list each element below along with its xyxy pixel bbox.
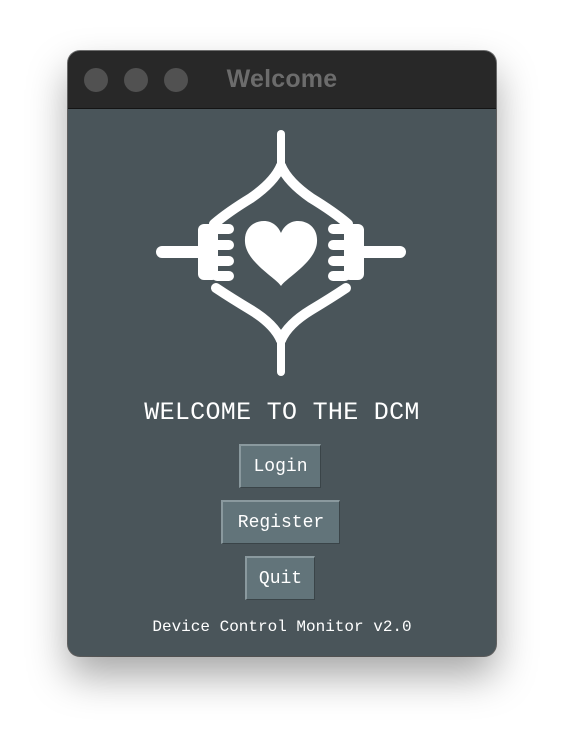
window-title: Welcome (226, 65, 338, 93)
welcome-heading: WELCOME TO THE DCM (144, 398, 420, 427)
version-label: Device Control Monitor v2.0 (152, 618, 412, 636)
title-bar[interactable]: Welcome (68, 51, 496, 109)
quit-button[interactable]: Quit (245, 556, 315, 600)
register-button[interactable]: Register (221, 500, 340, 544)
welcome-window: Welcome WELCOME TO THE DCM Login Registe… (68, 51, 496, 656)
login-button[interactable]: Login (239, 444, 321, 488)
hands-heart-logo-icon (156, 130, 406, 376)
